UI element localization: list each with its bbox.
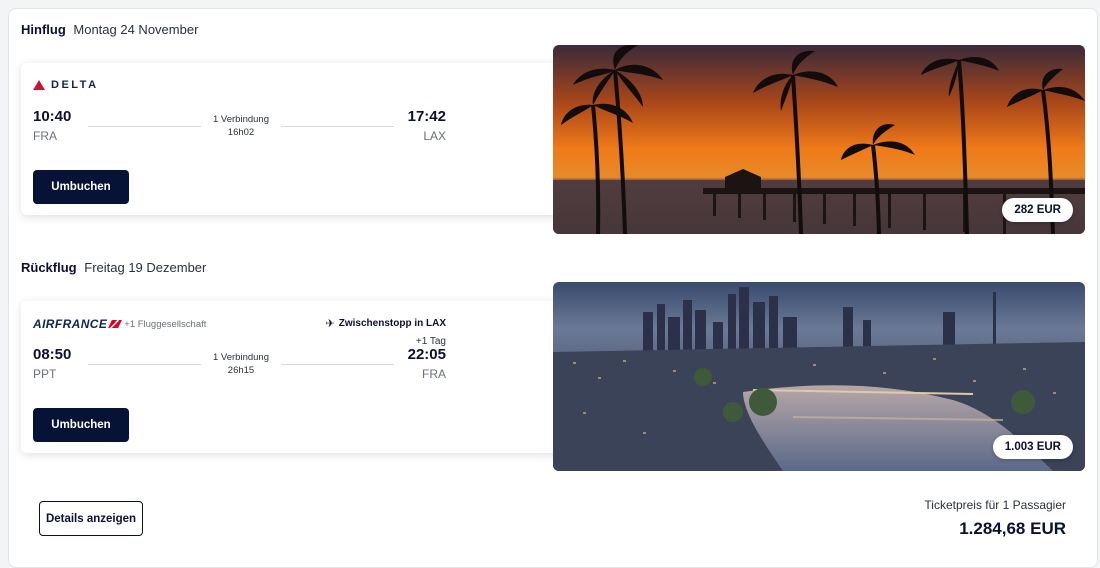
- outbound-label: Hinflug: [21, 22, 66, 37]
- details-button[interactable]: Details anzeigen: [39, 501, 143, 536]
- return-rebook-button[interactable]: Umbuchen: [33, 408, 129, 442]
- return-extra-airline: +1 Fluggesellschaft: [124, 318, 207, 330]
- outbound-airline: DELTA: [33, 77, 99, 93]
- outbound-route-line-left: [88, 126, 201, 127]
- return-stopover-text: Zwischenstopp in LAX: [338, 318, 446, 329]
- return-header: Rückflug Freitag 19 Dezember: [21, 260, 206, 275]
- outbound-duration: 16h02: [227, 127, 255, 138]
- outbound-connections: 1 Verbindung: [213, 114, 269, 125]
- return-label: Rückflug: [21, 260, 77, 275]
- return-depart-time: 08:50: [33, 346, 72, 363]
- return-stopover: ✈ Zwischenstopp in LAX: [326, 317, 446, 330]
- ticket-price-label: Ticketpreis für 1 Passagier: [924, 498, 1066, 512]
- outbound-rebook-button[interactable]: Umbuchen: [33, 170, 129, 204]
- return-airline: AIRFRANCE +1 Fluggesellschaft: [33, 316, 206, 332]
- ticket-total-price: 1.284,68 EUR: [959, 519, 1066, 538]
- return-date: Freitag 19 Dezember: [84, 260, 207, 275]
- airfrance-logo-icon: [108, 320, 123, 328]
- outbound-price-badge: 282 EUR: [1002, 198, 1073, 222]
- return-duration: 26h15: [227, 365, 255, 376]
- outbound-header: Hinflug Montag 24 November: [21, 22, 198, 37]
- return-route-line-left: [88, 364, 201, 365]
- return-flight-card: AIRFRANCE +1 Fluggesellschaft ✈ Zwischen…: [21, 301, 581, 453]
- return-arrive-time: 22:05: [407, 346, 446, 363]
- outbound-route-line-right: [281, 126, 394, 127]
- return-destination-image: 1.003 EUR: [553, 282, 1085, 471]
- outbound-depart-code: FRA: [33, 129, 57, 143]
- outbound-arrive-time: 17:42: [407, 108, 446, 125]
- return-depart-code: PPT: [33, 367, 57, 381]
- outbound-airline-name: DELTA: [51, 79, 99, 91]
- return-connections: 1 Verbindung: [213, 352, 269, 363]
- outbound-arrive-code: LAX: [423, 129, 446, 143]
- outbound-connection-info: 1 Verbindung 16h02: [201, 114, 281, 138]
- return-connection-info: 1 Verbindung 26h15: [201, 352, 281, 376]
- return-arrive-code: FRA: [422, 367, 446, 381]
- outbound-depart-time: 10:40: [33, 108, 72, 125]
- return-airline-name: AIRFRANCE: [33, 317, 108, 331]
- plane-icon: ✈: [325, 318, 335, 330]
- delta-logo-icon: [33, 80, 45, 90]
- return-price-badge: 1.003 EUR: [992, 435, 1073, 459]
- outbound-flight-card: DELTA 10:40 FRA 1 Verbindung 16h02 17:42…: [21, 63, 581, 215]
- outbound-destination-image: 282 EUR: [553, 45, 1085, 234]
- return-route-line-right: [281, 364, 394, 365]
- outbound-date: Montag 24 November: [73, 22, 199, 37]
